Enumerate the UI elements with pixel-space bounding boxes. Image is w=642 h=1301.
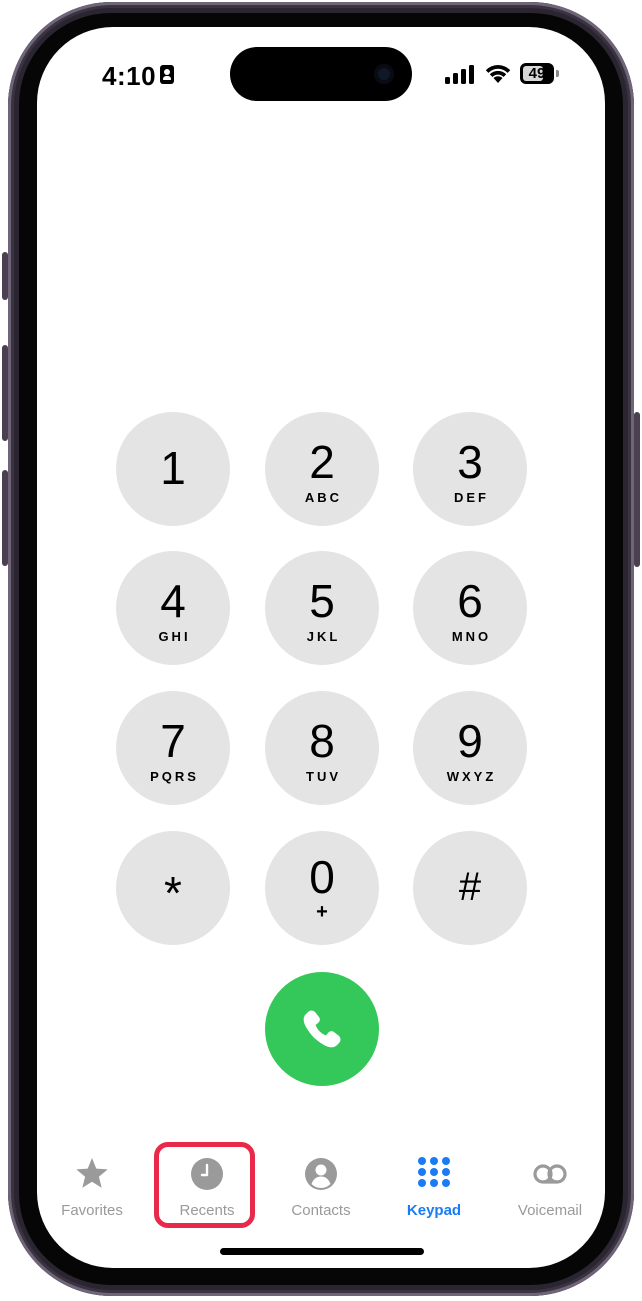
key-7[interactable]: 7 PQRS xyxy=(116,691,230,805)
key-9[interactable]: 9 WXYZ xyxy=(413,691,527,805)
person-icon xyxy=(305,1158,337,1190)
key-letters: TUV xyxy=(306,769,341,784)
key-digit: 7 xyxy=(160,715,186,767)
volume-up-button xyxy=(2,345,8,441)
key-digit: # xyxy=(458,865,482,909)
key-4[interactable]: 4 GHI xyxy=(116,551,230,665)
action-button xyxy=(2,252,8,300)
battery-tip xyxy=(556,70,559,77)
key-digit: 9 xyxy=(457,715,483,767)
front-camera-icon xyxy=(374,64,394,84)
voicemail-icon xyxy=(533,1164,567,1184)
key-digit: 0 xyxy=(309,851,335,903)
key-letters: WXYZ xyxy=(446,769,497,784)
tab-keypad[interactable]: Keypad xyxy=(379,1155,489,1219)
tab-label: Voicemail xyxy=(517,1202,583,1219)
key-0[interactable]: 0 + xyxy=(265,831,379,945)
key-letters: JKL xyxy=(306,629,341,644)
key-digit: 2 xyxy=(309,436,335,488)
call-button[interactable] xyxy=(265,972,379,1086)
contact-card-icon xyxy=(160,65,174,84)
key-digit: 5 xyxy=(309,575,335,627)
status-time: 4:10 xyxy=(102,61,157,91)
key-digit: 6 xyxy=(457,575,483,627)
keypad-icon xyxy=(418,1157,450,1187)
key-letters: PQRS xyxy=(150,769,199,784)
phone-screen: 4:10 49 1 2 ABC 3 DEF 4 GHI 5 JKL 6 MNO … xyxy=(37,27,605,1268)
dynamic-island xyxy=(230,47,412,101)
key-letters: GHI xyxy=(158,629,191,644)
tab-voicemail[interactable]: Voicemail xyxy=(495,1155,605,1219)
tab-label: Contacts xyxy=(291,1202,351,1219)
key-digit: 8 xyxy=(309,715,335,767)
key-digit: 4 xyxy=(160,575,186,627)
key-3[interactable]: 3 DEF xyxy=(413,412,527,526)
key-5[interactable]: 5 JKL xyxy=(265,551,379,665)
wifi-icon xyxy=(485,65,511,83)
power-button xyxy=(634,412,640,567)
tab-contacts[interactable]: Contacts xyxy=(266,1155,376,1219)
battery-percent: 49 xyxy=(528,65,546,82)
key-6[interactable]: 6 MNO xyxy=(413,551,527,665)
recents-highlight-box xyxy=(154,1142,255,1228)
tab-favorites[interactable]: Favorites xyxy=(37,1155,147,1219)
volume-down-button xyxy=(2,470,8,566)
key-letters: DEF xyxy=(454,490,489,505)
star-icon xyxy=(76,1158,108,1188)
key-letters: ABC xyxy=(304,490,343,505)
cellular-signal-icon xyxy=(445,64,475,84)
tab-label: Favorites xyxy=(61,1202,123,1219)
home-indicator[interactable] xyxy=(220,1248,424,1255)
key-digit: * xyxy=(164,867,182,919)
key-1[interactable]: 1 xyxy=(116,412,230,526)
key-digit: 3 xyxy=(457,436,483,488)
phone-icon xyxy=(303,1010,341,1048)
key-digit: 1 xyxy=(160,442,186,494)
key-8[interactable]: 8 TUV xyxy=(265,691,379,805)
battery-icon: 49 xyxy=(520,63,554,84)
key-letters: MNO xyxy=(451,629,492,644)
tab-label: Keypad xyxy=(406,1202,462,1219)
key-2[interactable]: 2 ABC xyxy=(265,412,379,526)
key-hash[interactable]: # xyxy=(413,831,527,945)
key-letters: + xyxy=(316,901,328,923)
key-star[interactable]: * xyxy=(116,831,230,945)
status-bar: 4:10 49 xyxy=(37,27,605,117)
